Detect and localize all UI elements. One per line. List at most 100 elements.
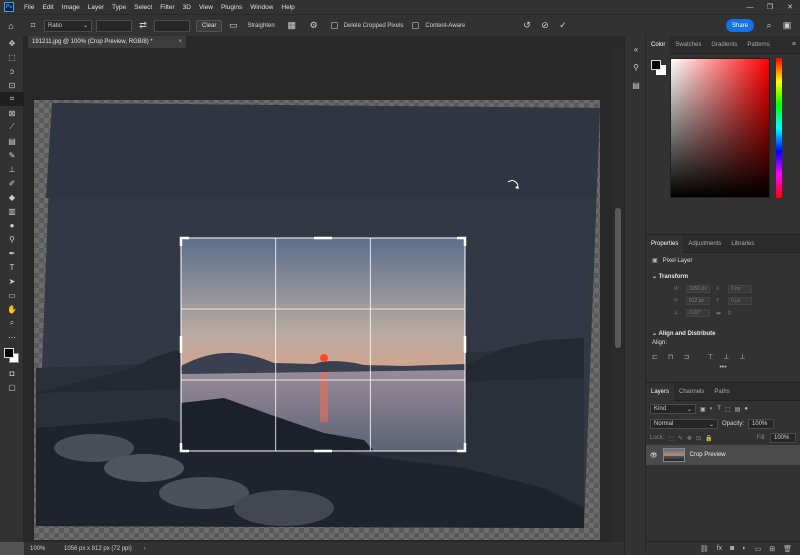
layer-row-crop-preview[interactable]: 👁 Crop Preview [646,445,800,465]
crop-tool-icon[interactable]: ⌗ [0,92,24,106]
clear-button[interactable]: Clear [196,19,223,32]
opacity-field[interactable]: 100% [748,419,775,429]
new-group-icon[interactable]: ▭ [755,545,762,553]
lock-position-icon[interactable]: ✥ [687,435,692,442]
tab-layers[interactable]: Layers [646,382,675,401]
width-field[interactable]: 1056 px [686,285,710,293]
object-select-tool-icon[interactable]: ⊡ [0,78,24,92]
eye-icon[interactable]: 👁 [650,452,658,459]
canvas-area[interactable] [24,48,620,542]
menu-view[interactable]: View [195,4,217,11]
type-tool-icon[interactable]: T [0,260,24,274]
filter-pixel-icon[interactable]: ▣ [700,406,706,413]
collapse-panels-icon[interactable]: « [625,42,647,56]
restore-button[interactable]: ❐ [760,0,780,14]
cancel-icon[interactable]: ⊘ [537,18,553,34]
filter-toggle-icon[interactable]: ● [744,406,748,412]
trash-icon[interactable]: 🗑 [783,545,792,553]
menu-filter[interactable]: Filter [156,4,178,11]
marquee-tool-icon[interactable]: ⬚ [0,50,24,64]
tab-channels[interactable]: Channels [674,383,709,401]
tab-patterns[interactable]: Patterns [742,36,774,54]
quick-mask-icon[interactable]: ◘ [0,366,24,380]
content-aware-checkbox[interactable] [412,22,420,29]
scrollbar-thumb[interactable] [615,208,621,348]
color-swatches[interactable] [0,344,24,366]
height-field[interactable]: 812 px [686,297,710,305]
ratio-height-input[interactable] [154,19,190,32]
share-button[interactable]: Share [726,19,754,32]
eyedropper-tool-icon[interactable]: ⟋ [0,120,24,134]
filter-shape-icon[interactable]: ⬚ [725,406,731,413]
move-tool-icon[interactable]: ✥ [0,36,24,50]
menu-window[interactable]: Window [246,4,277,11]
reset-icon[interactable]: ↺ [519,18,535,34]
gradient-tool-icon[interactable]: ▥ [0,204,24,218]
search-icon[interactable]: ⌕ [761,18,777,34]
fx-icon[interactable]: fx [717,545,722,552]
lock-artboard-icon[interactable]: ⊡ [696,435,701,442]
menu-3d[interactable]: 3D [179,4,195,11]
tab-libraries[interactable]: Libraries [726,235,759,253]
close-button[interactable]: ✕ [780,0,800,14]
tab-adjustments[interactable]: Adjustments [683,235,726,253]
healing-brush-tool-icon[interactable]: ▤ [0,134,24,148]
x-field[interactable]: 0 px [728,285,752,293]
pen-tool-icon[interactable]: ✒ [0,246,24,260]
rectangle-tool-icon[interactable]: ▭ [0,288,24,302]
history-brush-tool-icon[interactable]: ✐ [0,176,24,190]
color-picker-field[interactable] [670,58,770,198]
menu-select[interactable]: Select [130,4,156,11]
foreground-color-chip[interactable] [651,60,661,70]
lock-transparent-icon[interactable]: ⬚ [668,435,674,442]
status-arrow-icon[interactable]: › [144,546,146,552]
filter-type-icon[interactable]: T [717,406,721,412]
y-field[interactable]: 0 px [728,297,752,305]
lasso-tool-icon[interactable]: ↄ [0,64,24,78]
lock-image-icon[interactable]: ✎ [678,435,683,442]
frame-tool-icon[interactable]: ⊠ [0,106,24,120]
foreground-color-swatch[interactable] [4,348,14,358]
brush-tool-icon[interactable]: ✎ [0,148,24,162]
more-tools-icon[interactable]: ⋯ [0,330,24,344]
filter-adjustment-icon[interactable]: ◐ [710,406,714,412]
layer-comps-icon[interactable]: ▤ [625,78,647,92]
delete-cropped-checkbox[interactable] [330,22,338,29]
close-tab-icon[interactable]: × [178,39,182,45]
add-mask-icon[interactable]: ◙ [730,545,734,552]
angle-field[interactable]: 0.00° [686,309,710,317]
layer-kind-filter[interactable]: Kind ⌄ [650,404,696,414]
document-info[interactable]: 1056 px x 812 px (72 ppi) [64,546,132,552]
menu-plugins[interactable]: Plugins [217,4,246,11]
align-top-icon[interactable]: ⊤ [707,353,713,361]
hand-tool-icon[interactable]: ✋ [0,302,24,316]
properties-panel-icon[interactable]: ⚲ [625,60,647,74]
canvas-image[interactable] [24,48,620,542]
adjustment-layer-icon[interactable]: ◐ [742,545,746,552]
flip-horizontal-icon[interactable]: ⇹ [716,310,721,317]
straighten-label[interactable]: Straighten [247,23,274,29]
menu-type[interactable]: Type [108,4,130,11]
align-center-icon[interactable]: ⊓ [668,353,673,361]
screen-mode-icon[interactable]: ▢ [0,380,24,394]
clone-stamp-tool-icon[interactable]: ⊥ [0,162,24,176]
menu-help[interactable]: Help [277,4,298,11]
lock-all-icon[interactable]: 🔒 [705,435,712,442]
ratio-width-input[interactable] [96,19,132,32]
align-right-icon[interactable]: ⊐ [683,353,689,361]
align-section-title[interactable]: ⌄ Align and Distribute [646,325,800,340]
document-tab[interactable]: 191211.jpg @ 100% (Crop Preview, RGB/8) … [28,36,186,48]
blur-tool-icon[interactable]: ● [0,218,24,232]
eraser-tool-icon[interactable]: ◆ [0,190,24,204]
overlay-grid-icon[interactable]: ▦ [284,18,300,34]
panel-menu-icon[interactable]: ≡ [792,41,796,48]
link-layers-icon[interactable]: ⛓ [700,545,709,553]
align-bottom-icon[interactable]: ⊥ [739,353,745,361]
swap-icon[interactable]: ⇄ [135,18,151,34]
blend-mode-dropdown[interactable]: Normal ⌄ [650,419,718,429]
filter-smart-icon[interactable]: ▤ [735,406,741,413]
tab-paths[interactable]: Paths [709,383,734,401]
tab-gradients[interactable]: Gradients [706,36,742,54]
minimize-button[interactable]: — [740,0,760,14]
tab-properties[interactable]: Properties [646,234,684,253]
